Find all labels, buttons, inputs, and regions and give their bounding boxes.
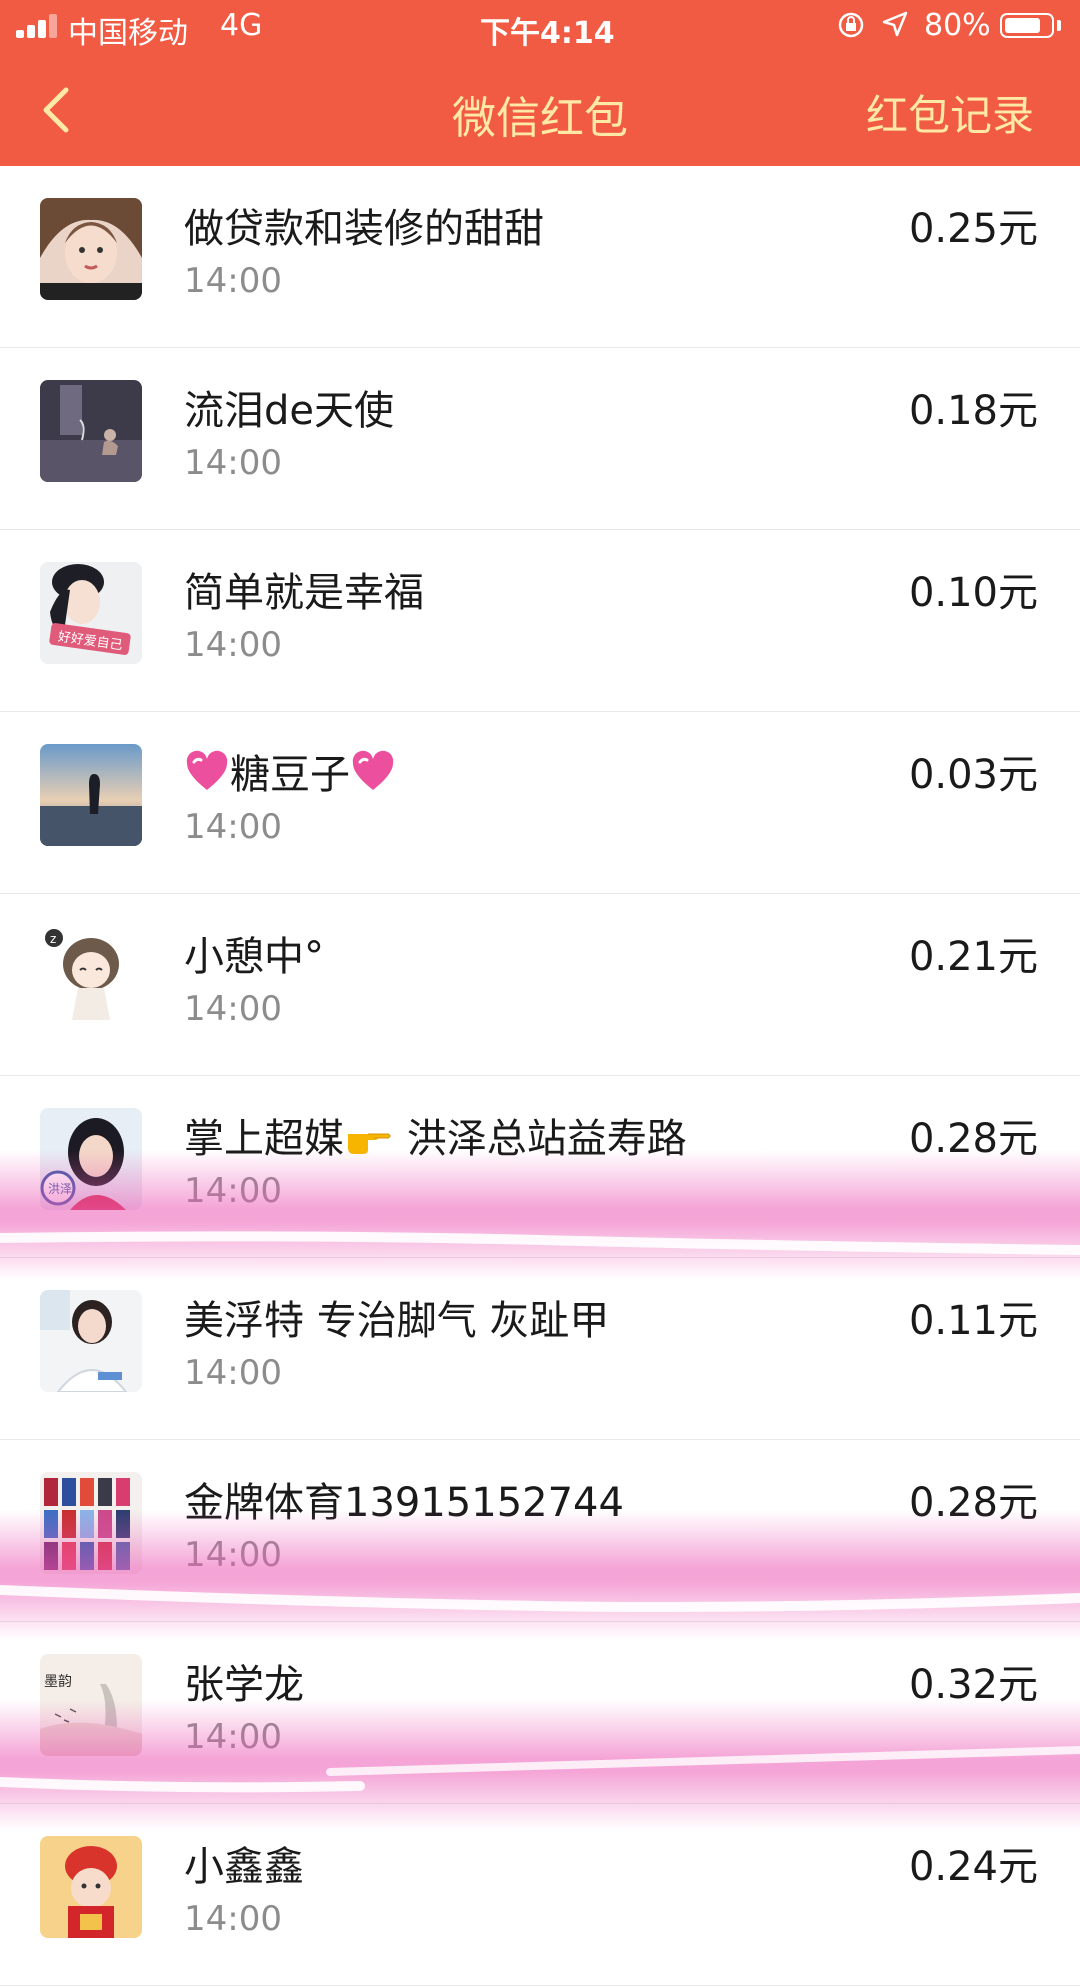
packet-amount: 0.18元: [908, 388, 1038, 434]
list-item[interactable]: 好好爱自己 简单就是幸福 14:00 0.10元: [0, 530, 1080, 712]
sender-name-text: 掌上超媒: [184, 1116, 344, 1162]
packet-amount: 0.03元: [908, 752, 1038, 798]
battery-tip: [1057, 20, 1061, 31]
sender-name: 美浮特 专治脚气 灰趾甲: [184, 1298, 610, 1344]
avatar: [40, 744, 142, 846]
list-item[interactable]: 糖豆子 14:00 0.03元: [0, 712, 1080, 894]
received-time: 14:00: [184, 1899, 282, 1939]
received-time: 14:00: [184, 1535, 282, 1575]
avatar: [40, 1290, 142, 1392]
received-time: 14:00: [184, 989, 282, 1029]
sender-name: 张学龙: [184, 1662, 304, 1708]
avatar: 好好爱自己: [40, 562, 142, 664]
location-arrow-icon: [882, 11, 908, 37]
packet-amount: 0.21元: [908, 934, 1038, 980]
avatar: [40, 198, 142, 300]
received-time: 14:00: [184, 261, 282, 301]
network-label: 4G: [220, 8, 263, 43]
avatar-caption: 墨韵: [44, 1674, 72, 1690]
navigation-bar: 微信红包 红包记录: [0, 54, 1080, 166]
sender-name-text: 糖豆子: [230, 752, 350, 798]
packet-amount: 0.10元: [908, 570, 1038, 616]
avatar: [40, 380, 142, 482]
avatar: [40, 1472, 142, 1574]
red-packet-list: 做贷款和装修的甜甜 14:00 0.25元 流泪de天使 14:00 0.18元…: [0, 166, 1080, 1986]
sender-name: 小憩中°: [184, 934, 324, 980]
back-button[interactable]: [30, 78, 84, 142]
packet-amount: 0.28元: [908, 1116, 1038, 1162]
sender-name: 糖豆子: [184, 742, 396, 800]
list-item[interactable]: 小鑫鑫 14:00 0.24元: [0, 1804, 1080, 1986]
packet-amount: 0.24元: [908, 1844, 1038, 1890]
list-item[interactable]: 做贷款和装修的甜甜 14:00 0.25元: [0, 166, 1080, 348]
packet-amount: 0.11元: [908, 1298, 1038, 1344]
list-item[interactable]: 墨韵 张学龙 14:00 0.32元: [0, 1622, 1080, 1804]
sender-name-text: 洪泽总站益寿路: [394, 1116, 687, 1162]
red-packet-records-button[interactable]: 红包记录: [866, 82, 1034, 143]
svg-text:z: z: [50, 932, 56, 946]
received-time: 14:00: [184, 443, 282, 483]
packet-amount: 0.25元: [908, 206, 1038, 252]
list-item[interactable]: 流泪de天使 14:00 0.18元: [0, 348, 1080, 530]
app-header: 中国移动 4G 下午4:14 80% 微信红包 红包记录: [0, 0, 1080, 166]
list-item[interactable]: 美浮特 专治脚气 灰趾甲 14:00 0.11元: [0, 1258, 1080, 1440]
status-time: 下午4:14: [480, 16, 615, 51]
sender-name: 小鑫鑫: [184, 1844, 304, 1890]
received-time: 14:00: [184, 807, 282, 847]
signal-icon: [16, 14, 62, 38]
battery-icon: [1000, 13, 1054, 38]
sender-name: 流泪de天使: [184, 388, 394, 434]
list-item[interactable]: z 小憩中° 14:00 0.21元: [0, 894, 1080, 1076]
packet-amount: 0.32元: [908, 1662, 1038, 1708]
carrier-label: 中国移动: [68, 16, 188, 51]
avatar: 洪泽: [40, 1108, 142, 1210]
avatar-caption: 洪泽: [48, 1182, 72, 1196]
received-time: 14:00: [184, 1171, 282, 1211]
sender-name: 做贷款和装修的甜甜: [184, 206, 544, 252]
battery-percent: 80%: [924, 8, 991, 43]
received-time: 14:00: [184, 1717, 282, 1757]
received-time: 14:00: [184, 625, 282, 665]
pointing-hand-icon: [348, 1133, 391, 1154]
sparkling-heart-icon: [186, 750, 228, 790]
status-bar: 中国移动 4G 下午4:14 80%: [0, 0, 1080, 54]
sparkling-heart-icon: [352, 750, 394, 790]
avatar: [40, 1836, 142, 1938]
received-time: 14:00: [184, 1353, 282, 1393]
list-item[interactable]: 洪泽 掌上超媒 洪泽总站益寿路 14:00 0.28元: [0, 1076, 1080, 1258]
sender-name: 金牌体育13915152744: [184, 1480, 624, 1526]
avatar: 墨韵: [40, 1654, 142, 1756]
list-item[interactable]: 金牌体育13915152744 14:00 0.28元: [0, 1440, 1080, 1622]
rotation-lock-icon: [838, 12, 864, 38]
avatar: z: [40, 926, 142, 1028]
sender-name: 简单就是幸福: [184, 570, 424, 616]
packet-amount: 0.28元: [908, 1480, 1038, 1526]
sender-name: 掌上超媒 洪泽总站益寿路: [184, 1106, 687, 1164]
